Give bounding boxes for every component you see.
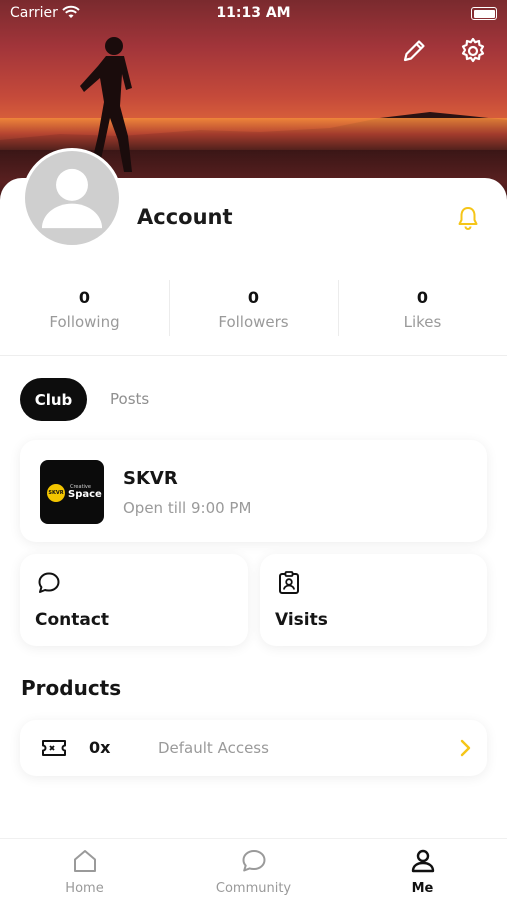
chevron-right-icon <box>460 739 471 757</box>
battery-icon <box>471 7 497 20</box>
edit-icon[interactable] <box>399 36 429 66</box>
clock: 11:13 AM <box>216 5 291 21</box>
product-name: Default Access <box>158 739 269 757</box>
tab-community[interactable]: Community <box>169 839 338 900</box>
product-quantity: 0x <box>89 738 111 757</box>
home-icon <box>73 850 96 872</box>
bottom-tab-bar: Home Community Me <box>0 838 507 900</box>
stat-label: Likes <box>403 313 442 331</box>
club-card[interactable]: SKVR Creative Space SKVR Open till 9:00 … <box>20 440 487 542</box>
stat-followers[interactable]: 0 Followers <box>169 280 338 338</box>
club-logo-text: Space <box>68 489 102 500</box>
profile-icon <box>411 849 434 873</box>
section-divider <box>0 355 507 356</box>
badge-icon <box>279 571 299 594</box>
profile-stats: 0 Following 0 Followers 0 Likes <box>0 280 507 338</box>
settings-icon[interactable] <box>458 36 488 66</box>
club-logo: SKVR Creative Space <box>40 460 104 524</box>
tab-home-label: Home <box>65 881 104 896</box>
stat-value: 0 <box>78 288 91 307</box>
tab-home[interactable]: Home <box>0 839 169 900</box>
tab-posts[interactable]: Posts <box>110 390 149 408</box>
contact-button[interactable]: Contact <box>20 554 248 646</box>
stat-value: 0 <box>416 288 429 307</box>
tab-me-label: Me <box>411 881 434 896</box>
status-bar: Carrier 11:13 AM <box>0 0 507 28</box>
tab-club[interactable]: Club <box>20 378 87 421</box>
avatar[interactable] <box>22 148 122 248</box>
visits-button[interactable]: Visits <box>260 554 487 646</box>
account-name: Account <box>137 205 233 229</box>
community-icon <box>242 850 265 872</box>
contact-label: Contact <box>35 610 110 630</box>
stat-following[interactable]: 0 Following <box>0 280 169 338</box>
stat-label: Followers <box>218 313 289 331</box>
tab-community-label: Community <box>215 881 292 896</box>
visits-label: Visits <box>275 610 328 630</box>
stat-value: 0 <box>247 288 260 307</box>
bell-icon[interactable] <box>455 205 481 231</box>
tab-me[interactable]: Me <box>338 839 507 900</box>
club-name: SKVR <box>123 468 178 489</box>
ticket-icon <box>42 740 66 756</box>
products-heading: Products <box>21 676 122 700</box>
club-hours: Open till 9:00 PM <box>123 499 252 517</box>
stat-label: Following <box>49 313 120 331</box>
chat-icon <box>38 572 60 593</box>
product-row[interactable]: 0x Default Access <box>20 720 487 776</box>
user-placeholder-icon <box>41 168 103 229</box>
club-logo-badge: SKVR <box>47 484 65 502</box>
stat-likes[interactable]: 0 Likes <box>338 280 507 338</box>
